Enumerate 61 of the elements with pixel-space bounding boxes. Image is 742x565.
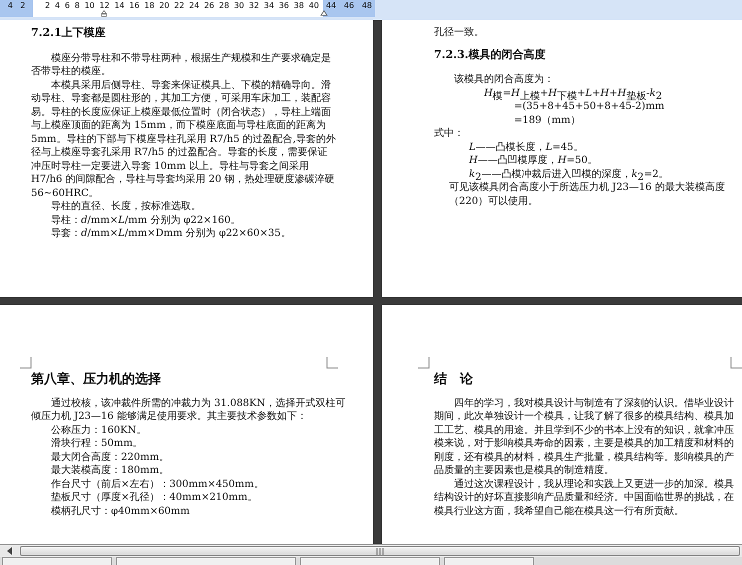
ruler-number: 14 <box>114 1 125 10</box>
ruler-number: 20 <box>159 1 170 10</box>
ruler-number: 36 <box>278 1 290 10</box>
ruler-number: 8 <box>74 1 80 10</box>
ruler-number: 34 <box>264 1 274 10</box>
text-line: 垫板尺寸（厚度×孔径）：40mm×210mm。 <box>50 491 258 504</box>
definition-line: H——凸凹模厚度，H=50。 <box>468 154 599 168</box>
text-line: 最大装模高度：180mm。 <box>50 464 170 478</box>
text-line: 滑块行程：50mm。 <box>50 437 144 450</box>
body-paragraph: 模座分带导柱和不带导柱两种，根据生产规模和生产要求确定是否带导柱的模座。 <box>31 52 332 78</box>
scrollbar-thumb[interactable] <box>20 546 740 556</box>
indent-marker-icon[interactable] <box>100 10 108 17</box>
formula-line: =189（mm） <box>513 114 582 127</box>
crop-mark <box>20 357 32 369</box>
ruler-number: 30 <box>234 1 244 10</box>
ruler-number: 26 <box>204 1 214 10</box>
text-line: 导柱的直径、长度，按标准选取。 <box>50 200 202 214</box>
ruler-number: 24 <box>189 1 200 10</box>
text-line: 孔径一致。 <box>434 26 485 40</box>
ruler-number: 40 <box>308 1 319 10</box>
ruler-number: 28 <box>219 1 230 10</box>
crop-mark <box>326 357 338 369</box>
ruler-number: 48 <box>362 1 372 10</box>
ruler-number: 4 <box>54 1 60 10</box>
text-line: 公称压力：160KN。 <box>50 424 148 437</box>
arrow-left-icon <box>7 547 13 555</box>
chapter-heading: 结 论 <box>434 373 474 386</box>
crop-mark <box>730 357 742 369</box>
text-line: 该模具的闭合高度为： <box>453 73 555 86</box>
body-paragraph: 通过这次课程设计，我从理论和实践上又更进一步的加深。模具结构设计的好坏直接影响产品质量和经济。中国面临世界的挑战，在模具行业这方面，我希望自己能在模具这一行有所贡献。 <box>434 478 734 518</box>
text-line: 导套：d/mm×L/mm×Dmm 分别为 φ22×60×35。 <box>50 227 292 240</box>
grip-icon <box>376 548 384 554</box>
ruler-number: 10 <box>84 1 95 10</box>
ruler-number: 38 <box>294 1 304 10</box>
ruler-number: 22 <box>174 1 184 10</box>
horizontal-scrollbar[interactable] <box>0 544 742 557</box>
chapter-heading: 第八章、压力机的选择 <box>31 373 162 386</box>
ruler-number: 32 <box>248 1 260 10</box>
ruler-number: 12 <box>99 1 110 10</box>
text-line: 作台尺寸（前后×左右）：300mm×450mm。 <box>50 478 265 491</box>
ruler-number: 18 <box>144 1 154 10</box>
body-paragraph: 可见该模具闭合高度小于所选压力机 J23—16 的最大装模高度（220）可以使用。 <box>448 181 726 208</box>
body-paragraph: 四年的学习，我对模具设计与制造有了深刻的认识。借毕业设计期间，此次单独设计一个模具，让我了解了很多的模具结构、模具加工工艺、模具的用途。并且学到不少的书本上没有的知识，就拿冲压模来说，对于影响模具寿命的因素，主要是模具的加工精度和材料的刚度，还有模具的材料，模具生产批量，模具结构等。影响模具的产品质量的主要因素也是模具的制造精度。 <box>434 396 734 478</box>
section-heading: 7.2.3.模具的闭合高度 <box>434 48 546 61</box>
ruler-number: 46 <box>344 1 354 10</box>
text-line: 导柱：d/mm×L/mm 分别为 φ22×160。 <box>50 214 242 227</box>
body-paragraph: 本模具采用后侧导柱、导套来保证模具上、下模的精确导向。滑动导柱、导套都是圆柱形的，其加工方便，可采用车床加工，装配容易。导柱的长度应保证上模座最低位置时（闭合状态），导柱上端面与上模座顶面的距离为 15mm，而下模座底面与导柱底面的距离为 5mm。导柱的下部与下模座导柱孔采用 R7/h5 的过盈配合,导套的外径与上模座导套孔采用 R7/h5 的过盈配合。导套的长度，需要保证冲压时导柱一定要进入导套 10mm 以上。导柱与导套之间采用 H7/h6 的间隙配合，导柱与导套均采用 20 钢，热处理硬度渗碳淬硬 56~60HRC。 <box>31 78 337 200</box>
ruler-number: 44 <box>326 1 336 10</box>
ruler-number: 2 <box>45 1 50 10</box>
ruler-number: 2 <box>20 1 26 10</box>
text-line: 最大闭合高度：220mm。 <box>50 450 170 464</box>
ruler-number: 4 <box>8 1 13 10</box>
formula-line: =(35+8+45+50+8+45-2)mm <box>513 100 666 114</box>
crop-mark <box>418 357 430 369</box>
text-line: 模柄孔尺寸：φ40mm×60mm <box>50 504 191 518</box>
ruler-number: 16 <box>129 1 140 10</box>
ruler-number: 6 <box>64 1 70 10</box>
text-line: 式中： <box>434 127 465 140</box>
body-paragraph: 通过校核，该冲裁件所需的冲裁力为 31.088KN，选择开式双柱可倾压力机 J23—16 能够满足使用要求。其主要技术参数如下： <box>31 396 346 424</box>
section-heading: 7.2.1上下模座 <box>31 26 107 40</box>
definition-line: L——凸模长度，L=45。 <box>468 140 584 154</box>
